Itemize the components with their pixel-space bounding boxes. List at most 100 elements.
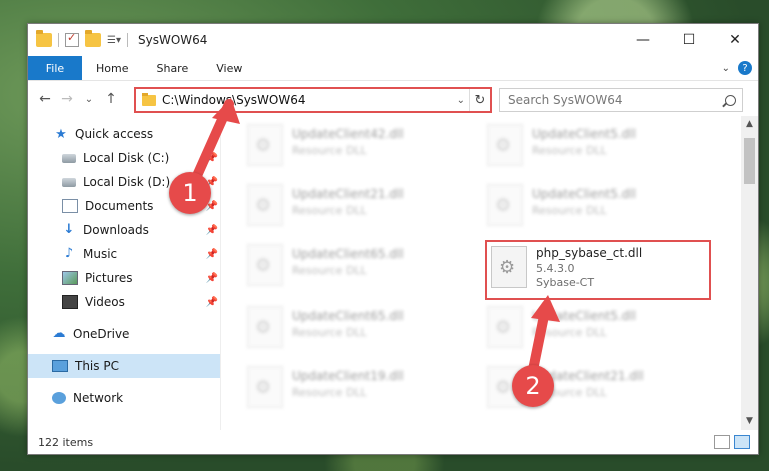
- back-button[interactable]: ←: [34, 91, 56, 107]
- scroll-down-arrow-icon[interactable]: ▼: [741, 413, 758, 430]
- sidebar-item-label: OneDrive: [73, 327, 130, 341]
- pictures-icon: [62, 271, 78, 285]
- file-item[interactable]: UpdateClient65.dll Resource DLL: [247, 306, 472, 356]
- dll-file-icon: [247, 366, 283, 408]
- sidebar-item-label: Documents: [85, 199, 154, 213]
- window-controls: — ☐ ✕: [620, 24, 758, 56]
- details-view-button[interactable]: [714, 435, 730, 449]
- sidebar-item-network[interactable]: Network: [28, 386, 220, 410]
- videos-icon: [62, 295, 78, 309]
- dll-file-icon: [247, 124, 283, 166]
- large-icons-view-button[interactable]: [734, 435, 750, 449]
- file-list: UpdateClient42.dll Resource DLL UpdateCli…: [221, 116, 758, 430]
- sidebar-item-label: Music: [83, 247, 118, 261]
- forward-button[interactable]: →: [56, 91, 78, 107]
- file-version: 5.4.3.0: [536, 262, 575, 275]
- file-description: Resource DLL: [292, 386, 367, 399]
- sidebar-item-onedrive[interactable]: ☁ OneDrive: [28, 322, 220, 346]
- status-bar: 122 items: [28, 430, 758, 454]
- file-name: UpdateClient21.dll: [292, 187, 404, 201]
- chevron-down-icon[interactable]: ⌄: [722, 63, 730, 74]
- sidebar-item-quick-access[interactable]: ★ Quick access: [28, 122, 220, 146]
- item-count: 122 items: [38, 435, 94, 449]
- music-icon: ♪: [64, 246, 74, 261]
- navigation-bar: ← → ⌄ ↑ C:\Windows\SysWOW64 ⌄ ↻ Search S…: [28, 81, 758, 117]
- file-item-php-sybase-ct[interactable]: php_sybase_ct.dll 5.4.3.0 Sybase-CT: [485, 240, 711, 300]
- file-description: Resource DLL: [532, 204, 607, 217]
- quick-access-toolbar: ☰▾: [36, 30, 121, 47]
- tab-file[interactable]: File: [28, 56, 82, 80]
- scroll-up-arrow-icon[interactable]: ▲: [741, 116, 758, 133]
- pin-icon[interactable]: 📌: [206, 153, 218, 164]
- file-name: UpdateClient19.dll: [292, 369, 404, 383]
- up-button[interactable]: ↑: [100, 91, 122, 107]
- file-item[interactable]: UpdateClient21.dll Resource DLL: [247, 184, 472, 234]
- file-item[interactable]: UpdateClient19.dll Resource DLL: [247, 366, 472, 416]
- help-icon[interactable]: ?: [738, 61, 752, 75]
- sidebar-item-this-pc[interactable]: This PC: [28, 354, 220, 378]
- file-item[interactable]: UpdateClient5.dll Resource DLL: [487, 124, 712, 174]
- pin-icon[interactable]: 📌: [206, 249, 218, 260]
- address-bar[interactable]: C:\Windows\SysWOW64 ⌄ ↻: [134, 87, 492, 113]
- file-description: Resource DLL: [292, 326, 367, 339]
- file-item[interactable]: UpdateClient5.dll Resource DLL: [487, 306, 712, 356]
- dll-file-icon: [491, 246, 527, 288]
- folder-icon: [142, 92, 156, 106]
- search-input[interactable]: Search SysWOW64: [508, 93, 622, 107]
- download-icon: ↓: [63, 222, 75, 237]
- folder-icon: [36, 30, 52, 47]
- sidebar-item-label: Local Disk (D:): [83, 175, 171, 189]
- close-button[interactable]: ✕: [712, 24, 758, 56]
- scroll-thumb[interactable]: [744, 138, 755, 184]
- dll-file-icon: [247, 306, 283, 348]
- properties-icon[interactable]: [65, 31, 79, 47]
- sidebar-item-label: Quick access: [75, 127, 154, 141]
- recent-locations-button[interactable]: ⌄: [78, 94, 100, 105]
- file-name: UpdateClient5.dll: [532, 309, 636, 323]
- refresh-button[interactable]: ↻: [469, 89, 490, 111]
- file-name: UpdateClient65.dll: [292, 309, 404, 323]
- content-area: ★ Quick access Local Disk (C:) 📌 Local D…: [28, 116, 758, 430]
- sidebar-item-local-disk-c[interactable]: Local Disk (C:) 📌: [28, 146, 220, 170]
- sidebar-item-downloads[interactable]: ↓ Downloads 📌: [28, 218, 220, 242]
- sidebar-item-label: Videos: [85, 295, 125, 309]
- minimize-button[interactable]: —: [620, 24, 666, 56]
- pin-icon[interactable]: 📌: [206, 273, 218, 284]
- window-title: SysWOW64: [137, 33, 208, 47]
- step-1-badge: 1: [169, 172, 211, 214]
- tab-share[interactable]: Share: [142, 56, 202, 80]
- customize-toolbar-icon[interactable]: ☰▾: [107, 35, 121, 46]
- cloud-icon: ☁: [52, 326, 66, 341]
- pin-icon[interactable]: 📌: [206, 297, 218, 308]
- file-description: Sybase-CT: [536, 276, 595, 289]
- sidebar-item-music[interactable]: ♪ Music 📌: [28, 242, 220, 266]
- sidebar-item-videos[interactable]: Videos 📌: [28, 290, 220, 314]
- drive-icon: [62, 177, 76, 187]
- view-toggle: [714, 435, 750, 449]
- chevron-down-icon[interactable]: ⌄: [457, 95, 465, 106]
- vertical-scrollbar[interactable]: ▲ ▼: [741, 116, 758, 430]
- pin-icon[interactable]: 📌: [206, 225, 218, 236]
- file-name: php_sybase_ct.dll: [536, 246, 643, 260]
- maximize-button[interactable]: ☐: [666, 24, 712, 56]
- file-item[interactable]: UpdateClient5.dll Resource DLL: [487, 184, 712, 234]
- explorer-window: ☰▾ SysWOW64 — ☐ ✕ File Home Share View ⌄…: [27, 23, 759, 455]
- new-folder-icon[interactable]: [85, 30, 101, 47]
- tab-home[interactable]: Home: [82, 56, 142, 80]
- file-description: Resource DLL: [292, 144, 367, 157]
- search-icon: [725, 94, 736, 106]
- file-name: UpdateClient5.dll: [532, 127, 636, 141]
- dll-file-icon: [487, 184, 523, 226]
- star-icon: ★: [55, 127, 67, 142]
- ribbon-tabs: File Home Share View ⌄ ?: [28, 56, 758, 81]
- file-description: Resource DLL: [292, 264, 367, 277]
- file-item[interactable]: UpdateClient65.dll Resource DLL: [247, 244, 472, 294]
- computer-icon: [52, 360, 68, 372]
- tab-view[interactable]: View: [202, 56, 256, 80]
- address-path[interactable]: C:\Windows\SysWOW64: [162, 93, 306, 107]
- sidebar-item-label: Downloads: [83, 223, 149, 237]
- sidebar-item-pictures[interactable]: Pictures 📌: [28, 266, 220, 290]
- sidebar-item-label: Network: [73, 391, 124, 405]
- file-item[interactable]: UpdateClient42.dll Resource DLL: [247, 124, 472, 174]
- search-box[interactable]: Search SysWOW64: [499, 88, 743, 112]
